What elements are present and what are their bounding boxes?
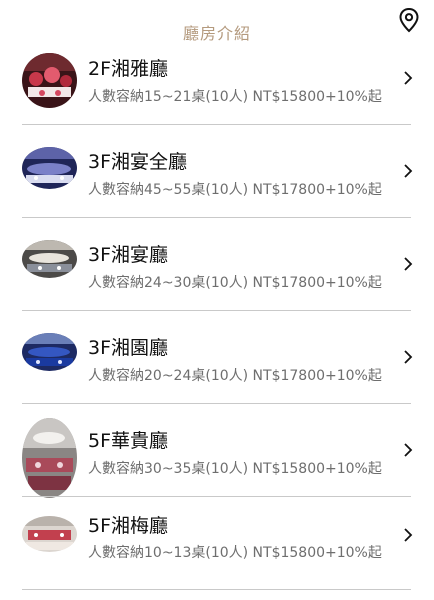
hall-name: 2F湘雅廳 (88, 58, 169, 80)
chevron-right-icon (404, 164, 413, 178)
map-pin-icon[interactable] (398, 7, 420, 33)
row-divider (22, 589, 411, 590)
hall-capacity-price: 人數容納20~24桌(10人) NT$17800+10%起 (88, 368, 382, 384)
hall-capacity-price: 人數容納15~21桌(10人) NT$15800+10%起 (88, 89, 382, 105)
hall-row-3f-xiangyan[interactable]: 3F湘宴廳 人數容納24~30桌(10人) NT$17800+10%起 (0, 218, 434, 311)
hall-name: 5F湘梅廳 (88, 515, 169, 537)
chevron-right-icon (404, 350, 413, 364)
hall-name: 3F湘園廳 (88, 337, 169, 359)
chevron-right-icon (404, 528, 413, 542)
hall-row-2f-xiangya[interactable]: 2F湘雅廳 人數容納15~21桌(10人) NT$15800+10%起 (0, 32, 434, 125)
hall-name: 3F湘宴全廳 (88, 151, 188, 173)
hall-capacity-price: 人數容納10~13桌(10人) NT$15800+10%起 (88, 545, 382, 561)
hall-thumbnail-3f-xiangyan-full (22, 147, 77, 189)
hall-capacity-price: 人數容納24~30桌(10人) NT$17800+10%起 (88, 275, 382, 291)
hall-row-5f-huagui[interactable]: 5F華貴廳 人數容納30~35桌(10人) NT$15800+10%起 (0, 404, 434, 498)
hall-name: 5F華貴廳 (88, 430, 169, 452)
chevron-right-icon (404, 71, 413, 85)
hall-name: 3F湘宴廳 (88, 244, 169, 266)
hall-thumbnail-3f-xiangyuan (22, 333, 77, 371)
chevron-right-icon (404, 443, 413, 457)
hall-thumbnail-3f-xiangyan (22, 240, 77, 278)
hall-row-3f-xiangyan-full[interactable]: 3F湘宴全廳 人數容納45~55桌(10人) NT$17800+10%起 (0, 125, 434, 218)
hall-introduction-page: 廳房介紹 2F湘雅廳 人數容納15~21桌(10人) NT$15800+10%起… (0, 0, 434, 600)
hall-capacity-price: 人數容納30~35桌(10人) NT$15800+10%起 (88, 461, 382, 477)
hall-thumbnail-2f-xiangya (22, 53, 77, 108)
hall-row-3f-xiangyuan[interactable]: 3F湘園廳 人數容納20~24桌(10人) NT$17800+10%起 (0, 311, 434, 404)
hall-thumbnail-5f-xiangmei (22, 516, 77, 552)
hall-row-5f-xiangmei[interactable]: 5F湘梅廳 人數容納10~13桌(10人) NT$15800+10%起 (0, 497, 434, 590)
hall-capacity-price: 人數容納45~55桌(10人) NT$17800+10%起 (88, 182, 382, 198)
hall-list: 2F湘雅廳 人數容納15~21桌(10人) NT$15800+10%起 3F湘宴… (0, 32, 434, 590)
chevron-right-icon (404, 257, 413, 271)
hall-thumbnail-5f-huagui (22, 418, 77, 498)
